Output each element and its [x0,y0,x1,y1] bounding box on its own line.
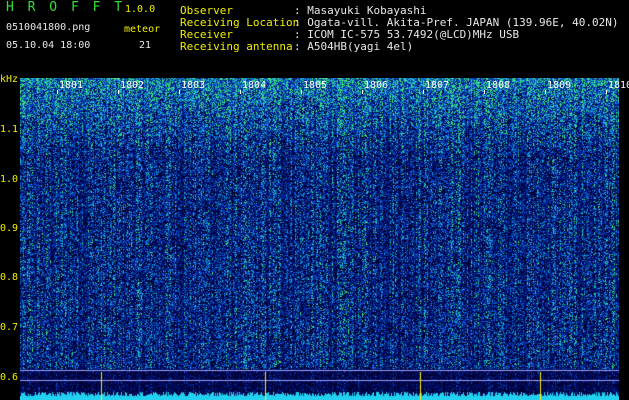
x-tick-mark [606,90,607,94]
x-tick-mark [301,90,302,94]
x-tick-mark [362,90,363,94]
meteor-count: 21 [139,40,152,51]
y-tick-label: 1.1 [0,124,19,135]
spectrogram-canvas [20,78,619,400]
x-tick-mark [57,90,58,94]
datetime: 05.10.04 18:00 [6,40,91,51]
app-version: 1.0.0 [125,4,156,15]
y-tick-label: 0.9 [0,223,19,234]
x-tick-label: 1808 [486,80,511,91]
y-tick-label: 1.0 [0,174,19,185]
y-tick-label: 0.8 [0,272,19,283]
x-tick-label: 1801 [59,80,84,91]
antenna-value: : A504HB(yagi 4el) [294,40,414,53]
x-tick-label: 1803 [181,80,206,91]
x-tick-mark [545,90,546,94]
x-tick-label: 1802 [120,80,145,91]
x-tick-mark [423,90,424,94]
y-tick-label: 0.7 [0,322,19,333]
meteor-label: meteor [124,24,161,35]
x-tick-label: 1809 [547,80,572,91]
y-tick-label: 0.6 [0,372,19,383]
x-tick-label: 1810 [608,80,629,91]
x-tick-mark [118,90,119,94]
x-tick-label: 1804 [242,80,267,91]
x-tick-label: 1805 [303,80,328,91]
x-tick-label: 1807 [425,80,450,91]
x-tick-label: 1806 [364,80,389,91]
y-unit-label: kHz [0,74,19,85]
antenna-label: Receiving antenna [180,40,293,53]
file-name: 0510041800.png [6,22,91,33]
x-tick-mark [179,90,180,94]
x-tick-mark [484,90,485,94]
app-title: H R O F F T [6,0,126,15]
x-tick-mark [240,90,241,94]
